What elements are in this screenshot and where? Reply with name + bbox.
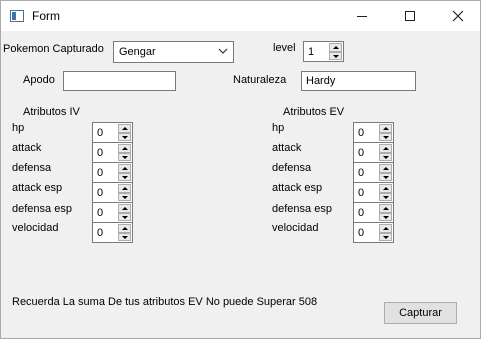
iv-stat-label: defensa esp xyxy=(12,203,72,215)
spin-up-button[interactable] xyxy=(379,224,392,233)
title-bar[interactable]: Form xyxy=(1,1,480,31)
ev-stat-spinbox[interactable]: 0 xyxy=(353,182,394,203)
iv-stat-value: 0 xyxy=(97,167,104,179)
spin-down-button[interactable] xyxy=(118,132,131,141)
spin-down-button[interactable] xyxy=(118,212,131,221)
ev-stat-value: 0 xyxy=(358,147,365,159)
iv-stat-label: defensa xyxy=(12,162,52,174)
ev-stat-spinbox[interactable]: 0 xyxy=(353,122,394,143)
spin-up-button[interactable] xyxy=(379,144,392,153)
iv-stat-value: 0 xyxy=(97,227,104,239)
pokemon-selected-value: Gengar xyxy=(119,46,156,58)
level-down-button[interactable] xyxy=(329,51,342,60)
spin-up-button[interactable] xyxy=(118,224,131,233)
iv-stat-spinbox[interactable]: 0 xyxy=(92,222,133,243)
iv-stat-spinbox[interactable]: 0 xyxy=(92,142,133,163)
spin-up-button[interactable] xyxy=(118,144,131,153)
capture-button[interactable]: Capturar xyxy=(384,302,457,324)
spin-up-button[interactable] xyxy=(118,184,131,193)
spin-down-button[interactable] xyxy=(379,212,392,221)
iv-stat-spinbox[interactable]: 0 xyxy=(92,122,133,143)
naturaleza-label: Naturaleza xyxy=(233,74,287,86)
ev-stat-spinbox[interactable]: 0 xyxy=(353,222,394,243)
iv-stat-value: 0 xyxy=(97,207,104,219)
capture-button-label: Capturar xyxy=(399,307,442,319)
spin-up-button[interactable] xyxy=(118,164,131,173)
spin-up-button[interactable] xyxy=(379,124,392,133)
iv-stat-value: 0 xyxy=(97,147,104,159)
ev-stat-spinbox[interactable]: 0 xyxy=(353,142,394,163)
iv-stat-value: 0 xyxy=(97,187,104,199)
apodo-label: Apodo xyxy=(23,74,55,86)
spin-up-button[interactable] xyxy=(118,204,131,213)
spin-down-button[interactable] xyxy=(118,192,131,201)
iv-stat-spinbox[interactable]: 0 xyxy=(92,162,133,183)
level-up-button[interactable] xyxy=(329,43,342,52)
spin-down-button[interactable] xyxy=(118,152,131,161)
pokemon-label: Pokemon Capturado xyxy=(3,43,104,55)
ev-stat-label: hp xyxy=(272,122,285,134)
ev-stat-value: 0 xyxy=(358,227,365,239)
spin-down-button[interactable] xyxy=(118,232,131,241)
minimize-icon xyxy=(357,15,367,17)
ev-stat-value: 0 xyxy=(358,127,365,139)
iv-stat-label: attack xyxy=(12,142,42,154)
maximize-button[interactable] xyxy=(387,1,433,31)
level-value: 1 xyxy=(308,46,315,58)
level-spinbox[interactable]: 1 xyxy=(303,41,344,62)
spin-down-button[interactable] xyxy=(379,232,392,241)
spin-up-button[interactable] xyxy=(118,124,131,133)
spin-down-button[interactable] xyxy=(379,152,392,161)
iv-stat-spinbox[interactable]: 0 xyxy=(92,202,133,223)
spin-up-button[interactable] xyxy=(379,164,392,173)
spin-down-button[interactable] xyxy=(379,172,392,181)
iv-stat-value: 0 xyxy=(97,127,104,139)
ev-stat-label: defensa xyxy=(272,162,312,174)
spin-up-button[interactable] xyxy=(379,204,392,213)
ev-stat-label: attack esp xyxy=(272,182,323,194)
ev-stat-label: velocidad xyxy=(272,222,319,234)
ev-stat-value: 0 xyxy=(358,207,365,219)
naturaleza-input[interactable]: Hardy xyxy=(301,71,416,91)
apodo-input[interactable] xyxy=(63,71,176,91)
form-window: Form Pokemon Capturado Gengar level 1 Ap… xyxy=(0,0,481,339)
level-label: level xyxy=(273,42,296,54)
iv-stat-label: attack esp xyxy=(12,182,63,194)
window-title: Form xyxy=(32,9,60,23)
close-icon xyxy=(452,10,464,22)
minimize-button[interactable] xyxy=(339,1,385,31)
maximize-icon xyxy=(405,11,415,21)
spin-down-button[interactable] xyxy=(379,132,392,141)
iv-section-title: Atributos IV xyxy=(23,106,80,118)
iv-stat-spinbox[interactable]: 0 xyxy=(92,182,133,203)
ev-stat-label: attack xyxy=(272,142,302,154)
ev-stat-value: 0 xyxy=(358,187,365,199)
app-icon xyxy=(10,10,24,22)
ev-stat-value: 0 xyxy=(358,167,365,179)
iv-stat-label: velocidad xyxy=(12,222,59,234)
pokemon-select[interactable]: Gengar xyxy=(113,41,234,63)
close-button[interactable] xyxy=(435,1,481,31)
ev-limit-note: Recuerda La suma De tus atributos EV No … xyxy=(12,296,318,308)
spin-up-button[interactable] xyxy=(379,184,392,193)
spin-down-button[interactable] xyxy=(118,172,131,181)
spin-down-button[interactable] xyxy=(379,192,392,201)
ev-stat-label: defensa esp xyxy=(272,203,332,215)
chevron-down-icon xyxy=(218,48,228,54)
ev-stat-spinbox[interactable]: 0 xyxy=(353,162,394,183)
ev-section-title: Atributos EV xyxy=(283,106,345,118)
iv-stat-label: hp xyxy=(12,122,25,134)
ev-stat-spinbox[interactable]: 0 xyxy=(353,202,394,223)
